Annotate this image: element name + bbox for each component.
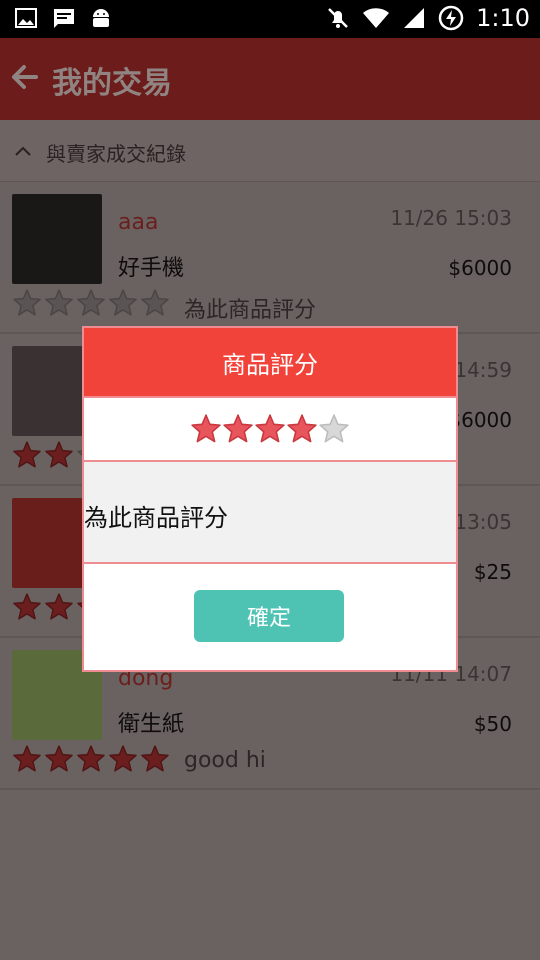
clock: 1:10 bbox=[476, 4, 530, 32]
star-icon bbox=[109, 289, 137, 316]
transaction-date: 13:05 bbox=[454, 510, 512, 534]
star-icon bbox=[77, 289, 105, 316]
star-icon bbox=[109, 745, 137, 772]
transaction-price: $6000 bbox=[448, 256, 512, 280]
transaction-price: $25 bbox=[473, 560, 512, 584]
star-icon bbox=[13, 593, 41, 620]
rating-comment: 為此商品評分 bbox=[184, 298, 317, 323]
comment-field[interactable]: 為此商品評分 bbox=[84, 462, 456, 564]
star-icon bbox=[77, 745, 105, 772]
back-arrow-icon[interactable] bbox=[10, 62, 40, 92]
chevron-up-icon bbox=[15, 146, 31, 156]
transaction-date: 11/26 15:03 bbox=[390, 206, 512, 230]
rating-stars bbox=[12, 744, 170, 774]
confirm-button[interactable]: 確定 bbox=[194, 590, 344, 642]
product-thumbnail bbox=[12, 194, 102, 284]
rating-stars bbox=[12, 288, 170, 318]
status-bar: 1:10 bbox=[0, 0, 540, 38]
mute-icon bbox=[328, 8, 348, 28]
section-header[interactable]: 與賣家成交紀錄 bbox=[0, 120, 540, 182]
android-icon bbox=[93, 9, 109, 27]
battery-charging-icon bbox=[438, 5, 464, 31]
star-icon bbox=[45, 441, 73, 468]
product-name: 衛生紙 bbox=[118, 712, 185, 737]
message-icon bbox=[54, 9, 74, 28]
rating-comment: good hi bbox=[184, 748, 266, 773]
dialog-title: 商品評分 bbox=[84, 328, 456, 398]
page-title: 我的交易 bbox=[52, 66, 172, 101]
comment-text: 為此商品評分 bbox=[84, 504, 228, 532]
star-icon bbox=[13, 745, 41, 772]
image-icon bbox=[15, 8, 37, 28]
star-icon[interactable] bbox=[254, 413, 286, 445]
signal-icon bbox=[404, 8, 425, 28]
star-icon[interactable] bbox=[222, 413, 254, 445]
star-icon bbox=[13, 441, 41, 468]
buyer-name: aaa bbox=[118, 210, 159, 235]
star-icon[interactable] bbox=[318, 413, 350, 445]
product-name: 好手機 bbox=[118, 256, 185, 281]
dialog-rating-bar[interactable] bbox=[84, 398, 456, 462]
rating-dialog: 商品評分 為此商品評分 確定 bbox=[82, 326, 458, 672]
app-bar: 我的交易 bbox=[0, 38, 540, 120]
star-icon bbox=[45, 593, 73, 620]
star-icon[interactable] bbox=[190, 413, 222, 445]
star-icon bbox=[141, 745, 169, 772]
transaction-price: $50 bbox=[473, 712, 512, 736]
list-item[interactable]: aaa 好手機 11/26 15:03 $6000 為此商品評分 bbox=[0, 182, 540, 334]
dialog-actions: 確定 bbox=[84, 564, 456, 670]
star-icon bbox=[141, 289, 169, 316]
star-icon[interactable] bbox=[286, 413, 318, 445]
wifi-icon bbox=[363, 8, 390, 28]
star-icon bbox=[45, 289, 73, 316]
star-icon bbox=[45, 745, 73, 772]
star-icon bbox=[13, 289, 41, 316]
transaction-date: 14:59 bbox=[454, 358, 512, 382]
section-label: 與賣家成交紀錄 bbox=[46, 142, 186, 166]
